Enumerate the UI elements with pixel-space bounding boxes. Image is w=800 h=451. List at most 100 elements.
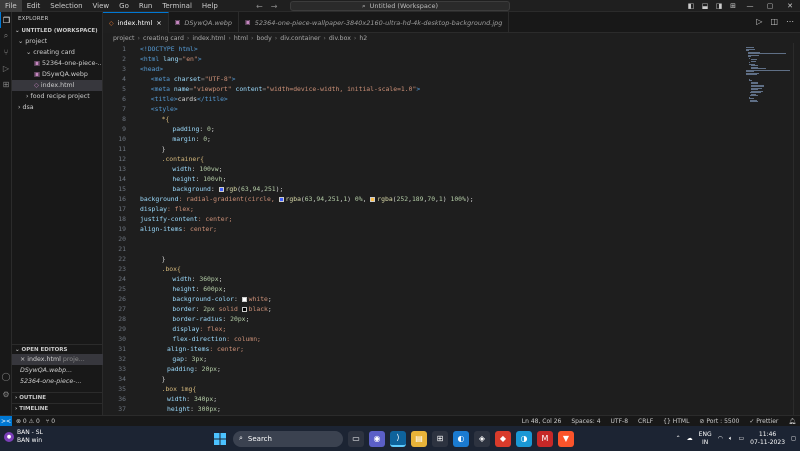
forward-arrow-icon[interactable]: → (271, 2, 278, 11)
breadcrumb-item[interactable]: index.html (192, 35, 225, 42)
wifi-icon[interactable]: ◠ (718, 435, 723, 442)
breadcrumb-item[interactable]: div.box (329, 35, 351, 42)
code-token: > (416, 85, 421, 93)
task-view-icon[interactable]: ▭ (348, 430, 364, 447)
notifications-icon[interactable]: ◻ (791, 435, 796, 442)
chat-icon[interactable]: ◉ (369, 430, 385, 447)
color-swatch[interactable] (241, 296, 247, 302)
run-icon[interactable]: ▷ (756, 17, 762, 26)
menu-view[interactable]: View (88, 0, 115, 12)
language-indicator[interactable]: ENG IN (699, 431, 712, 447)
command-center[interactable]: ⌕ Untitled (Workspace) (290, 1, 510, 11)
menu-selection[interactable]: Selection (45, 0, 87, 12)
onedrive-icon[interactable]: ☁ (687, 435, 693, 442)
color-swatch[interactable] (218, 186, 224, 192)
brave-icon[interactable]: ▼ (558, 430, 574, 447)
manage-gear-icon[interactable]: ⚙ (0, 386, 12, 402)
color-swatch[interactable] (241, 306, 247, 312)
app-red-icon[interactable]: ◆ (495, 430, 511, 447)
store-icon[interactable]: ⊞ (432, 430, 448, 447)
minimap[interactable] (743, 43, 793, 415)
layout-icon[interactable]: ⊞ (726, 2, 740, 10)
toggle-panel-icon[interactable]: ⬓ (698, 2, 712, 10)
tray-chevron-icon[interactable]: ⌃ (676, 435, 681, 442)
extensions-icon[interactable]: ⊞ (0, 76, 12, 92)
tree-item[interactable]: › food recipe project (12, 91, 102, 102)
app-blue-icon[interactable]: ◑ (516, 430, 532, 447)
breadcrumb-item[interactable]: div.container (280, 35, 320, 42)
file-explorer-icon[interactable]: ▤ (411, 430, 427, 447)
cursor-position[interactable]: Ln 48, Col 26 (522, 418, 562, 425)
remote-indicator[interactable]: >< (0, 415, 12, 427)
menu-edit[interactable]: Edit (22, 0, 46, 12)
clock[interactable]: 11:46 07-11-2023 (750, 431, 785, 447)
source-control-icon[interactable]: ⑂ (0, 44, 12, 60)
volume-icon[interactable]: 🔈︎ (729, 435, 733, 443)
tree-item[interactable]: ▣ 52364-one-piece-... (12, 58, 102, 69)
tree-item[interactable]: ▣ DSywQA.webp (12, 69, 102, 80)
breadcrumb-separator-icon: › (323, 34, 326, 42)
menu-go[interactable]: Go (114, 0, 134, 12)
language-mode[interactable]: {} HTML (663, 418, 689, 425)
menu-terminal[interactable]: Terminal (157, 0, 197, 12)
notifications-bell-icon[interactable]: 🔔︎ (788, 418, 796, 425)
tab-1[interactable]: ◇ index.html × (103, 12, 169, 33)
close-window-icon[interactable]: ✕ (780, 2, 800, 10)
minimize-icon[interactable]: — (740, 2, 760, 10)
maximize-icon[interactable]: ▢ (760, 2, 780, 10)
tree-item[interactable]: ◇ index.html (12, 80, 102, 91)
back-arrow-icon[interactable]: ← (256, 2, 263, 11)
color-swatch[interactable] (370, 196, 376, 202)
code-token: : (233, 295, 242, 303)
prettier-status[interactable]: ✓ Prettier (749, 418, 778, 425)
menu-help[interactable]: Help (197, 0, 223, 12)
file-icon: ◇ (34, 82, 41, 89)
account-icon[interactable]: ◯ (0, 368, 12, 384)
search-view-icon[interactable]: ⌕ (0, 28, 12, 44)
code-editor[interactable]: 1 <!DOCTYPE html> 2 <html lang="en"> 3 <head>… (103, 43, 743, 415)
breadcrumb-item[interactable]: project (113, 35, 134, 42)
breadcrumb-item[interactable]: h2 (359, 35, 367, 42)
weather-widget[interactable]: ● BAN - SL BAN win (4, 429, 43, 445)
breadcrumb-item[interactable]: creating card (143, 35, 184, 42)
problems-indicator[interactable]: ⊗ 0 ⚠ 0 (16, 418, 40, 425)
more-actions-icon[interactable]: ⋯ (786, 17, 794, 26)
breadcrumb-item[interactable]: body (256, 35, 271, 42)
menu-file[interactable]: File (0, 0, 22, 12)
battery-icon[interactable]: ▭ (738, 435, 744, 442)
app-icon[interactable]: ◈ (474, 430, 490, 447)
encoding[interactable]: UTF-8 (611, 418, 629, 425)
timeline-section[interactable]: › TIMELINE (12, 403, 103, 413)
open-editor-item[interactable]: × index.html proje... (12, 354, 103, 365)
tree-item[interactable]: › dsa (12, 102, 102, 113)
explorer-icon[interactable]: ❐ (0, 12, 12, 28)
menu-run[interactable]: Run (134, 0, 157, 12)
open-editor-item[interactable]: DSywQA.webp... (12, 365, 103, 376)
vscode-icon[interactable]: ⟩ (390, 430, 406, 447)
toggle-secondary-sidebar-icon[interactable]: ◨ (712, 2, 726, 10)
tab-3[interactable]: ▣ 52364-one-piece-wallpaper-3840x2160-ult… (239, 12, 510, 33)
outline-section[interactable]: › OUTLINE (12, 392, 103, 402)
split-editor-icon[interactable]: ◫ (770, 17, 778, 26)
breadcrumb-item[interactable]: html (234, 35, 248, 42)
end-of-line[interactable]: CRLF (638, 418, 653, 425)
tree-item[interactable]: ⌄ creating card (12, 47, 102, 58)
color-swatch[interactable] (278, 196, 284, 202)
open-editors-header[interactable]: ⌄ OPEN EDITORS (12, 344, 103, 354)
tab-close-icon[interactable]: × (156, 19, 161, 27)
windows-start-icon[interactable] (212, 431, 228, 447)
editor-scrollbar[interactable] (793, 43, 800, 415)
tab-label: 52364-one-piece-wallpaper-3840x2160-ultr… (254, 18, 503, 27)
taskbar-search[interactable]: ⌕ Search (233, 430, 343, 447)
workspace-section[interactable]: ⌄ UNTITLED (WORKSPACE) (12, 26, 102, 36)
mcafee-icon[interactable]: M (537, 430, 553, 447)
edge-icon[interactable]: ◐ (453, 430, 469, 447)
open-editor-item[interactable]: 52364-one-piece-... (12, 376, 103, 387)
tree-item[interactable]: ⌄ project (12, 36, 102, 47)
ports-indicator[interactable]: ⑂ 0 (46, 418, 55, 425)
live-server-port[interactable]: ⊘ Port : 5500 (699, 418, 739, 425)
run-debug-icon[interactable]: ▷ (0, 60, 12, 76)
toggle-sidebar-icon[interactable]: ◧ (684, 2, 698, 10)
tab-2[interactable]: ▣ DSywQA.webp (169, 12, 240, 33)
indentation[interactable]: Spaces: 4 (571, 418, 600, 425)
